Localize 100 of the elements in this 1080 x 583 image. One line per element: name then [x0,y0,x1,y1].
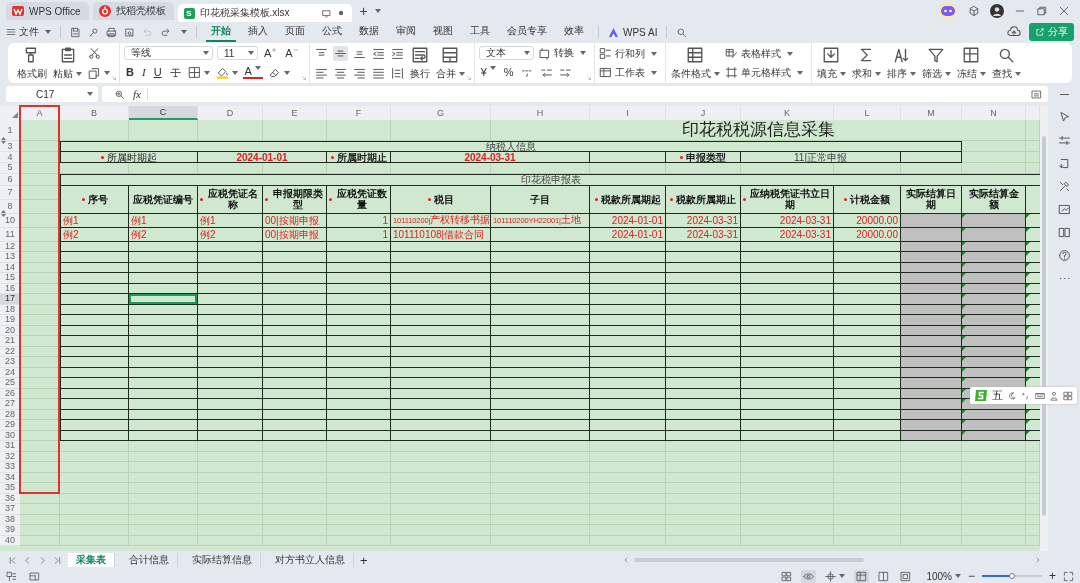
column-header[interactable]: G [391,106,491,120]
ribbon-button[interactable]: 冻结 [955,44,987,82]
format-button[interactable]: I [139,66,148,79]
cell-text: 101110108|借款合同 [393,228,485,240]
browser-tab[interactable]: 找稻壳模板 [92,2,174,20]
format-button[interactable]: A [262,46,280,60]
ribbon-button[interactable]: 排序 [885,44,917,82]
format-button[interactable]: A [242,66,263,79]
font-dropdown[interactable]: 等线 [124,46,213,60]
row-header[interactable]: 25 [0,378,20,389]
column-heading: 应税凭证名称 [207,188,259,210]
ribbon-tab[interactable]: 公式 [317,22,347,42]
column-header[interactable]: N [962,106,1026,120]
field-label: 申报类型 [686,151,726,163]
column-header[interactable]: I [590,106,666,120]
column-header[interactable]: L [834,106,901,120]
ai-button[interactable]: WPS AI [608,26,658,38]
row-header[interactable]: 1 [0,120,20,141]
sheet-tab[interactable]: 对方书立人信息 [267,553,354,567]
ribbon-button[interactable]: 格式刷 [16,44,48,82]
cell-text: 例2 [200,228,216,240]
column-header[interactable]: C [129,106,198,120]
zoom-out-button[interactable]: − [967,570,975,582]
cell-reference: C17 [36,88,55,100]
new-tab-button[interactable]: + [359,4,368,18]
zoom-dropdown[interactable]: 100% [926,570,961,582]
ribbon-tab[interactable]: 工具 [465,22,495,42]
row-header[interactable]: 19 [0,315,20,326]
row-header[interactable]: 35 [0,483,20,494]
ribbon-button[interactable]: 表格样式 [724,46,793,61]
zoom-in-button[interactable]: + [1049,570,1056,582]
row-header[interactable]: 13 [0,252,20,263]
ribbon-button[interactable]: 工作表 [598,65,657,80]
row-header[interactable]: 31 [0,441,20,452]
name-box[interactable]: C17 [6,86,98,102]
ribbon-tab[interactable]: 审阅 [391,22,421,42]
file-type-badge: S [183,7,195,19]
ribbon-button[interactable]: 条件格式 [669,44,721,82]
cell-text: 00|按期申报 [265,214,319,226]
column-header[interactable]: H [491,106,590,120]
ribbon-button[interactable]: 筛选 [920,44,952,82]
column-heading: 序号 [87,193,108,205]
row-header[interactable]: 27 [0,399,20,410]
column-header[interactable]: K [741,106,834,120]
format-button[interactable]: U [151,66,164,79]
font-size-dropdown[interactable]: 11 [217,46,258,60]
ribbon-button[interactable]: 行和列 [598,46,657,61]
function-button[interactable]: fx [133,88,148,100]
cell-text: 例2 [131,228,147,240]
cell-text: 例1 [131,214,147,226]
column-header[interactable]: F [327,106,391,120]
ribbon-button[interactable]: 单元格样式 [724,65,803,80]
sheet-tab[interactable]: 采集表 [68,553,115,567]
formula-field[interactable]: fx [102,86,1048,102]
ribbon-button[interactable]: 求和 [850,44,882,82]
column-header[interactable]: B [60,106,129,120]
ribbon-button[interactable]: 换行 [408,44,431,82]
format-button[interactable]: A [283,46,301,60]
column-heading: 税款所属期起 [600,193,661,205]
column-header[interactable]: J [666,106,741,120]
row-header[interactable]: 40 [0,535,20,546]
ribbon-button[interactable]: 合并 [434,44,466,82]
field-value: 2024-03-31 [464,151,516,163]
column-header[interactable]: E [263,106,327,120]
ribbon-tab[interactable]: 视图 [428,22,458,42]
browser-tab[interactable]: WPS Office [6,2,89,20]
row-header[interactable]: 4 [0,152,20,163]
ribbon-button[interactable]: 粘贴 [52,44,83,82]
cell-number: 2024-03-31 [779,228,831,240]
row-header[interactable]: 17 [0,294,20,305]
row-header[interactable]: 21 [0,336,20,347]
ribbon-tab[interactable]: 会员专享 [502,22,552,42]
column-heading: 申报期限类型 [271,188,324,210]
row-header[interactable]: 39 [0,525,20,536]
format-button[interactable]: % [501,66,516,79]
row-header[interactable]: 37 [0,504,20,515]
format-button[interactable]: B [124,66,136,79]
column-header[interactable]: M [901,106,962,120]
row-header[interactable]: 5 [0,163,20,174]
ribbon-tab[interactable]: 数据 [354,22,384,42]
sheet-tab[interactable]: 实际结算信息 [184,553,261,567]
row-header[interactable]: 33 [0,462,20,473]
format-button[interactable]: ¥ [478,66,498,79]
ribbon-tab[interactable]: 插入 [243,22,273,42]
column-header[interactable]: D [198,106,263,120]
input-mode-toggle[interactable]: 五 [992,388,1003,403]
sheet-tab[interactable]: 合计信息 [121,553,178,567]
ribbon-tab[interactable]: 页面 [280,22,310,42]
browser-tab[interactable]: S 印花税采集模板.xlsx [177,4,352,22]
number-format-dropdown[interactable]: 文本 [478,46,534,60]
ribbon-button[interactable]: 转换 [537,46,586,60]
ribbon-tab[interactable]: 效率 [559,22,589,42]
row-header[interactable]: 29 [0,420,20,431]
file-menu-button[interactable]: 文件 [6,25,51,39]
ribbon-button[interactable]: 填充 [815,44,847,82]
section-heading: 印花税申报表 [520,174,581,185]
ribbon-button[interactable]: 查找 [990,44,1022,82]
add-sheet-button[interactable]: + [360,553,368,567]
row-header[interactable]: 23 [0,357,20,368]
row-header[interactable]: 15 [0,273,20,284]
